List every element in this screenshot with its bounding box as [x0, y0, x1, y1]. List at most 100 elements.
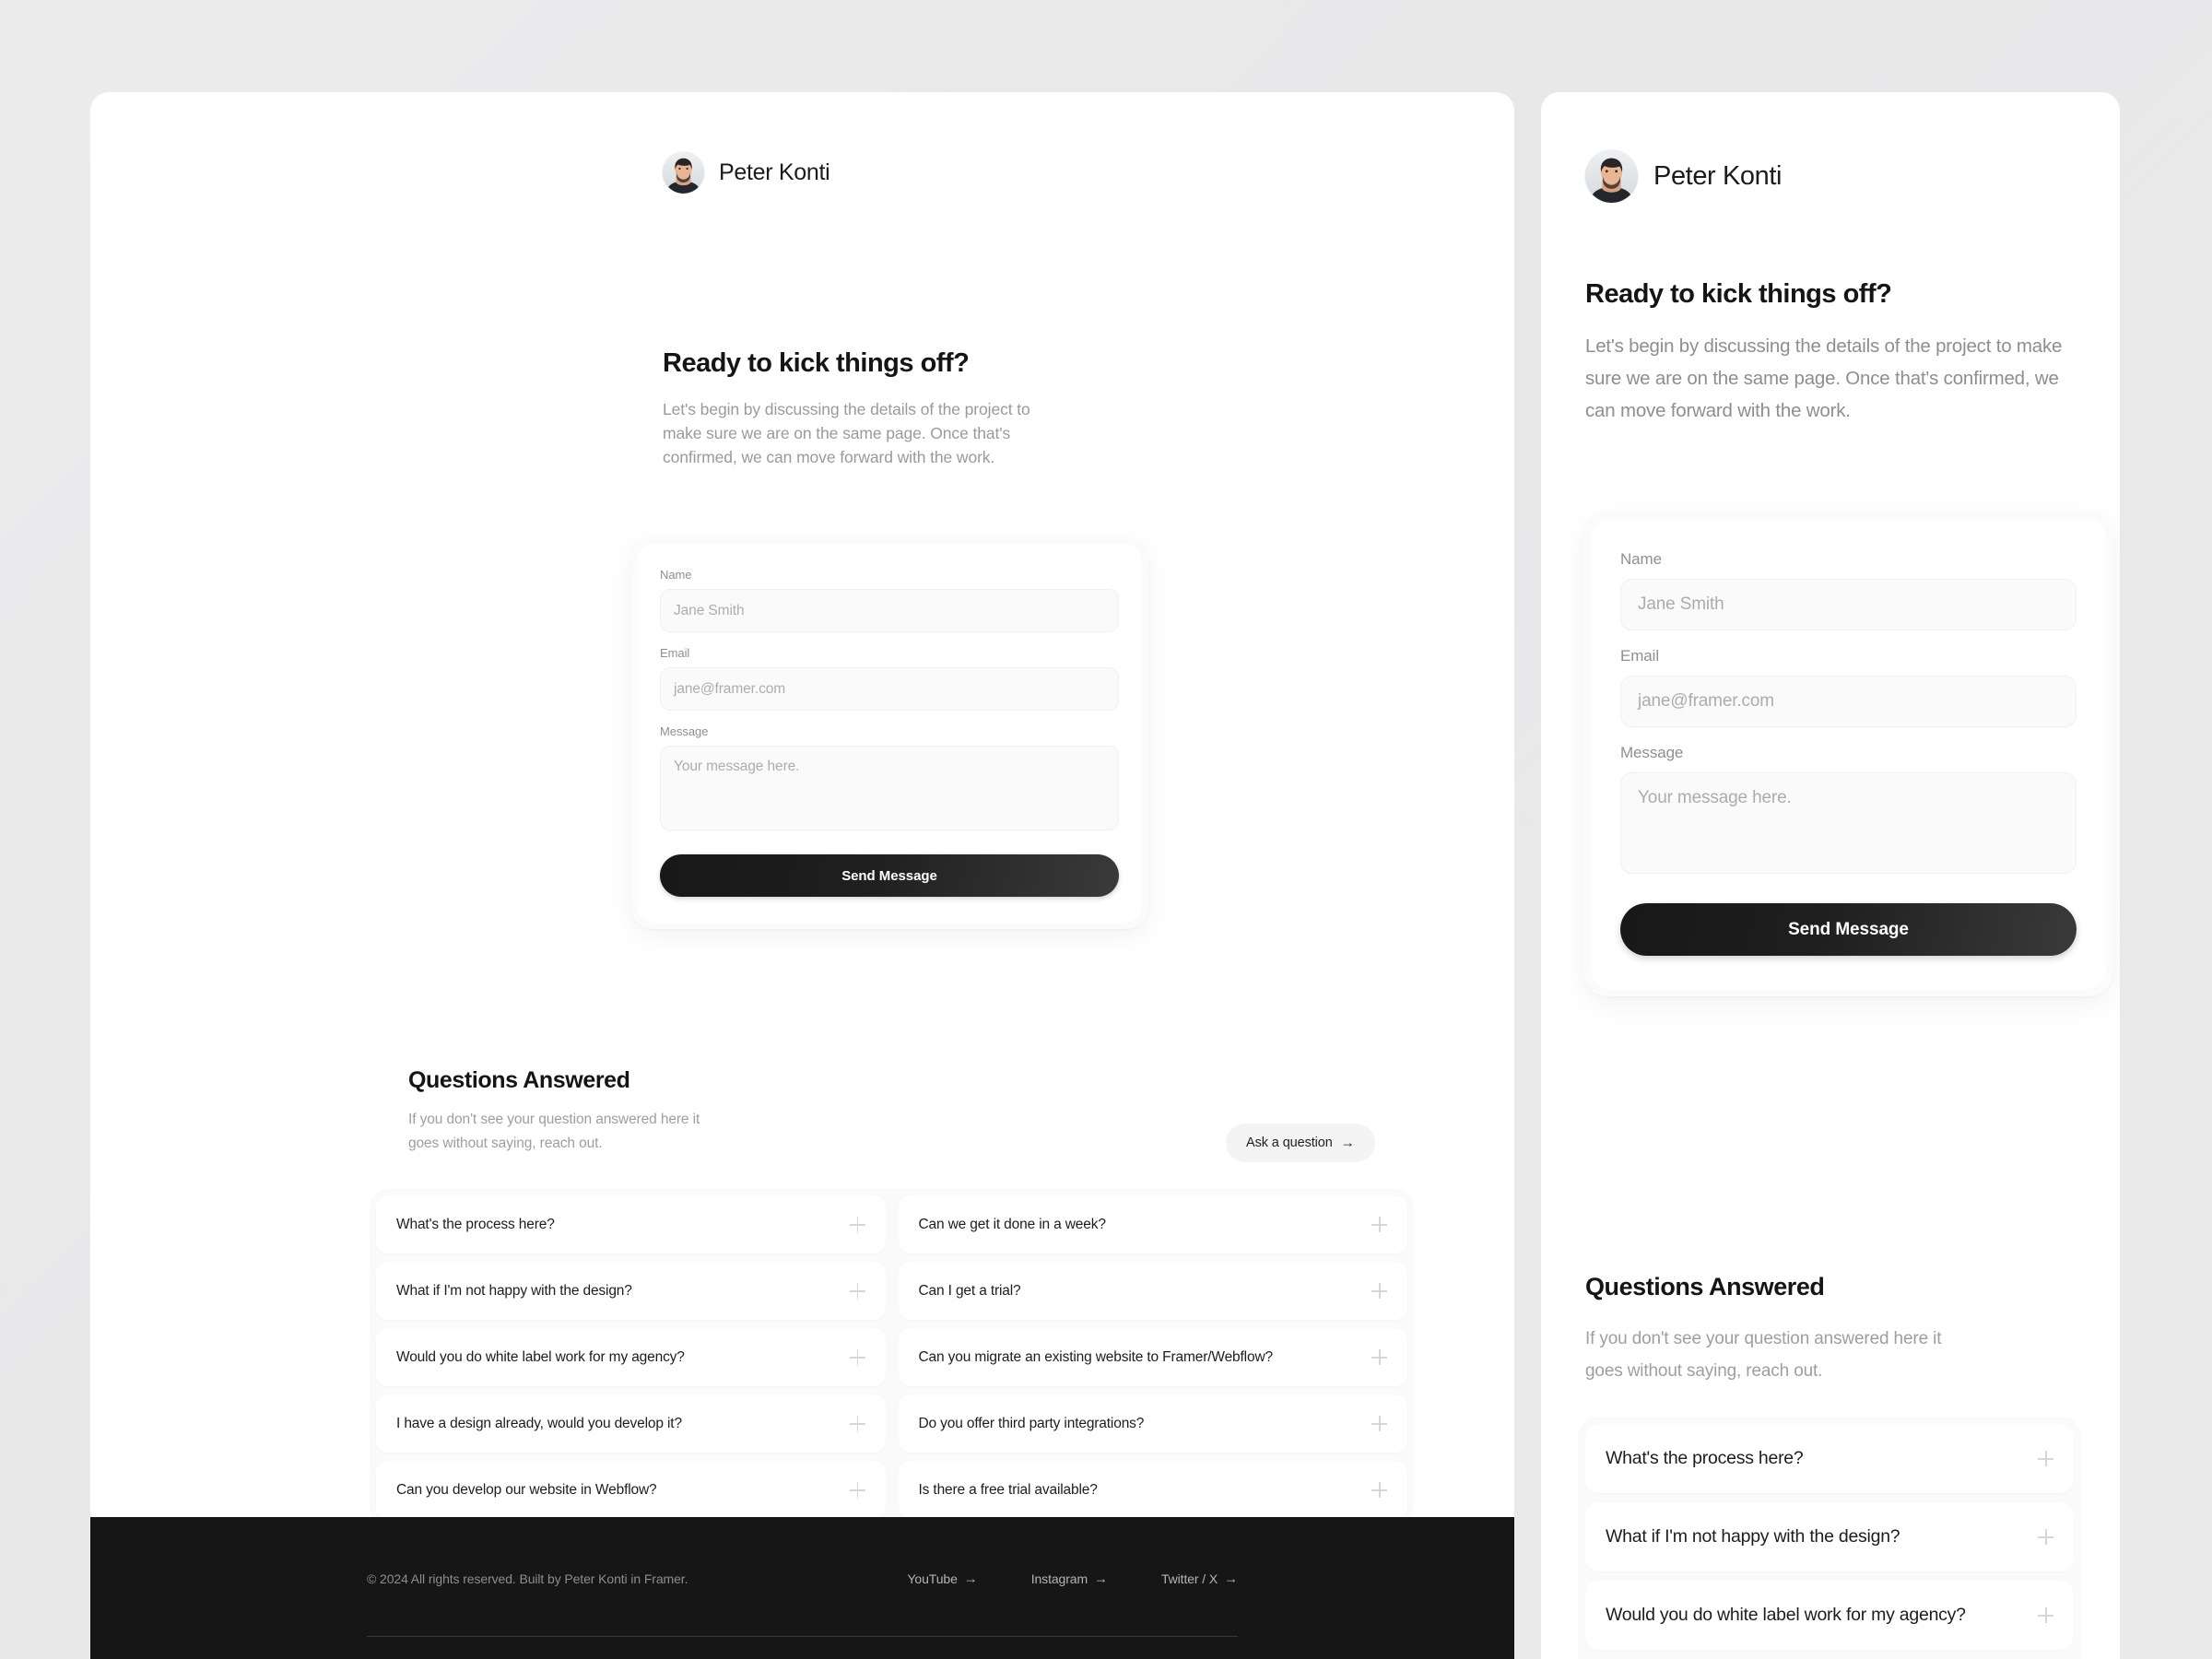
site-footer: © 2024 All rights reserved. Built by Pet… [90, 1517, 1514, 1659]
contact-form-card: Name Jane Smith Email jane@framer.com Me… [630, 537, 1148, 929]
faq-grid: What's the process here? Can we get it d… [376, 1195, 1407, 1519]
footer-link-label: YouTube [907, 1571, 958, 1586]
email-input[interactable]: jane@framer.com [660, 667, 1119, 711]
faq-question: Can we get it done in a week? [918, 1216, 1106, 1232]
name-field-group: Name Jane Smith [660, 568, 1119, 632]
faq-item[interactable]: Do you offer third party integrations? [898, 1394, 1407, 1453]
email-input[interactable]: jane@framer.com [1620, 676, 2077, 727]
plus-icon [849, 1217, 865, 1232]
contact-form: Name Jane Smith Email jane@framer.com Me… [1591, 519, 2106, 989]
plus-icon [1371, 1482, 1387, 1498]
author-byline-desktop: Peter Konti [663, 152, 830, 194]
plus-icon [2038, 1607, 2053, 1623]
desktop-page-content: Peter Konti Ready to kick things off? Le… [90, 92, 1514, 1659]
plus-icon [2038, 1529, 2053, 1545]
faq-question: What's the process here? [396, 1216, 555, 1232]
contact-form: Name Jane Smith Email jane@framer.com Me… [637, 544, 1142, 923]
faq-title: Questions Answered [1585, 1273, 1825, 1300]
faq-list-container-mobile: What's the process here? What if I'm not… [1578, 1417, 2081, 1659]
email-field-group: Email jane@framer.com [1620, 647, 2077, 727]
faq-question: Do you offer third party integrations? [918, 1415, 1145, 1431]
plus-icon [1371, 1349, 1387, 1365]
mobile-preview-panel: Peter Konti Ready to kick things off? Le… [1541, 92, 2120, 1659]
faq-question: What if I'm not happy with the design? [1606, 1526, 1900, 1547]
plus-icon [849, 1416, 865, 1431]
author-byline-mobile: Peter Konti [1585, 150, 1782, 203]
name-field-label: Name [1620, 550, 1662, 568]
ask-a-question-button[interactable]: Ask a question → [1226, 1124, 1375, 1162]
faq-question: Can you migrate an existing website to F… [918, 1348, 1274, 1365]
faq-item[interactable]: What's the process here? [1585, 1424, 2074, 1493]
faq-list: What's the process here? What if I'm not… [1585, 1424, 2074, 1659]
footer-link-twitter-x[interactable]: Twitter / X → [1161, 1571, 1238, 1586]
mobile-page-content: Peter Konti Ready to kick things off? Le… [1541, 92, 2120, 1659]
faq-question: What's the process here? [1606, 1448, 1804, 1468]
faq-item[interactable]: What if I'm not happy with the design? [376, 1262, 886, 1320]
email-field-group: Email jane@framer.com [660, 646, 1119, 711]
plus-icon [2038, 1451, 2053, 1466]
plus-icon [849, 1283, 865, 1299]
faq-item[interactable]: What if I'm not happy with the design? [1585, 1502, 2074, 1571]
author-name: Peter Konti [719, 159, 830, 185]
faq-header-desktop: Questions Answered If you don't see your… [408, 1067, 712, 1156]
footer-link-youtube[interactable]: YouTube → [907, 1571, 977, 1586]
author-name: Peter Konti [1653, 161, 1783, 191]
faq-list-container-desktop: What's the process here? Can we get it d… [370, 1189, 1414, 1525]
arrow-right-icon: → [1224, 1571, 1238, 1586]
name-field-group: Name Jane Smith [1620, 550, 2077, 630]
plus-icon [849, 1349, 865, 1365]
faq-question: Can you develop our website in Webflow? [396, 1481, 657, 1498]
ask-a-question-label: Ask a question [1246, 1135, 1333, 1150]
faq-item[interactable]: What's the process here? [376, 1195, 886, 1253]
plus-icon [1371, 1416, 1387, 1431]
name-field-label: Name [660, 568, 692, 582]
plus-icon [1371, 1217, 1387, 1232]
name-input[interactable]: Jane Smith [660, 589, 1119, 632]
footer-social-links: YouTube → Instagram → Twitter / X → [907, 1571, 1238, 1586]
faq-subtitle: If you don't see your question answered … [408, 1112, 700, 1151]
plus-icon [1371, 1283, 1387, 1299]
faq-item[interactable]: Can you migrate an existing website to F… [898, 1328, 1407, 1386]
page-title: Ready to kick things off? [663, 348, 970, 378]
footer-link-label: Twitter / X [1160, 1571, 1218, 1586]
faq-item[interactable]: Would you do white label work for my age… [1585, 1581, 2074, 1650]
footer-copyright: © 2024 All rights reserved. Built by Pet… [367, 1571, 688, 1586]
email-field-label: Email [1620, 647, 1660, 665]
message-input[interactable]: Your message here. [660, 746, 1119, 830]
page-title: Ready to kick things off? [1585, 279, 1892, 309]
footer-row: © 2024 All rights reserved. Built by Pet… [90, 1571, 1514, 1586]
message-field-label: Message [660, 724, 709, 738]
message-field-label: Message [1620, 744, 1684, 761]
arrow-right-icon: → [1094, 1571, 1108, 1586]
contact-form-card: Name Jane Smith Email jane@framer.com Me… [1583, 512, 2113, 996]
faq-item[interactable]: Can I get a trial? [898, 1262, 1407, 1320]
faq-question: Can I get a trial? [918, 1282, 1021, 1299]
faq-item[interactable]: Can we get it done in a week? [898, 1195, 1407, 1253]
name-input[interactable]: Jane Smith [1620, 579, 2077, 630]
arrow-right-icon: → [1340, 1135, 1355, 1150]
footer-link-label: Instagram [1030, 1571, 1088, 1586]
user-avatar-photo [1585, 150, 1638, 203]
message-input[interactable]: Your message here. [1620, 772, 2077, 874]
faq-item[interactable]: Would you do white label work for my age… [376, 1328, 886, 1386]
send-message-button[interactable]: Send Message [660, 854, 1119, 897]
faq-item[interactable]: Can you develop our website in Webflow? [376, 1461, 886, 1519]
faq-question: What if I'm not happy with the design? [396, 1282, 632, 1299]
screenshot-stage: Peter Konti Ready to kick things off? Le… [0, 0, 2212, 1659]
plus-icon [849, 1482, 865, 1498]
footer-divider [367, 1636, 1238, 1637]
faq-item[interactable]: I have a design already, would you devel… [376, 1394, 886, 1453]
page-subtitle: Let's begin by discussing the details of… [1585, 335, 2063, 421]
send-message-button[interactable]: Send Message [1620, 903, 2077, 956]
faq-question: Is there a free trial available? [918, 1481, 1098, 1498]
message-field-group: Message Your message here. [660, 724, 1119, 830]
faq-title: Questions Answered [408, 1067, 630, 1093]
footer-link-instagram[interactable]: Instagram → [1031, 1571, 1108, 1586]
faq-subtitle: If you don't see your question answered … [1585, 1329, 1942, 1381]
faq-item[interactable]: Is there a free trial available? [898, 1461, 1407, 1519]
faq-question: I have a design already, would you devel… [396, 1415, 682, 1431]
user-avatar-photo [663, 152, 704, 194]
faq-question: Would you do white label work for my age… [1606, 1605, 1966, 1625]
desktop-preview-panel: Peter Konti Ready to kick things off? Le… [90, 92, 1514, 1659]
faq-question: Would you do white label work for my age… [396, 1348, 685, 1365]
